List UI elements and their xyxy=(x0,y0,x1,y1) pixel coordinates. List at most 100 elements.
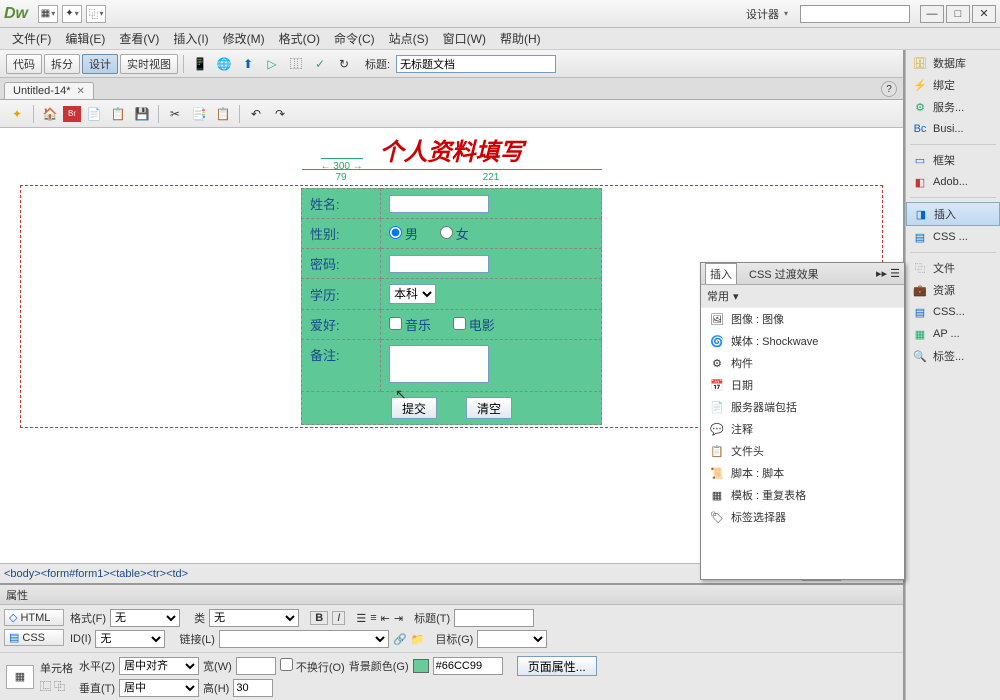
remark-textarea[interactable] xyxy=(389,345,489,383)
menu-file[interactable]: 文件(F) xyxy=(6,28,57,49)
redo-icon[interactable]: ↷ xyxy=(269,104,291,124)
page-props-button[interactable]: 页面属性... xyxy=(517,656,597,676)
insert-item[interactable]: 📄服务器端包括 xyxy=(701,396,904,418)
search-input[interactable] xyxy=(800,5,910,23)
sidebar-item[interactable]: ▭框架 xyxy=(906,149,1000,171)
reset-button[interactable]: 清空 xyxy=(466,397,512,419)
menu-edit[interactable]: 编辑(E) xyxy=(59,28,111,49)
id-select[interactable]: 无 xyxy=(95,630,165,648)
sidebar-item[interactable]: ⚡绑定 xyxy=(906,74,1000,96)
page-icon[interactable]: 📄 xyxy=(83,104,105,124)
halign-select[interactable]: 居中对齐 xyxy=(119,657,199,675)
education-select[interactable]: 本科 xyxy=(389,284,436,304)
tool-icon[interactable]: ✦▾ xyxy=(62,5,82,23)
sidebar-item[interactable]: ◧Adob... xyxy=(906,171,1000,193)
tag-table[interactable]: <table> xyxy=(110,568,147,580)
refresh-icon[interactable]: ↻ xyxy=(333,54,355,74)
category-dropdown[interactable]: 常用 ▾ xyxy=(701,285,904,308)
close-icon[interactable]: ✕ xyxy=(76,86,84,97)
home-icon[interactable]: 🏠 xyxy=(39,104,61,124)
insert-item[interactable]: 🏷标签选择器 xyxy=(701,506,904,528)
insert-item[interactable]: 🖼图像 : 图像 xyxy=(701,308,904,330)
gender-male-radio[interactable] xyxy=(389,226,402,239)
merge-icon[interactable]: ⿺ ⿻ xyxy=(40,678,73,694)
nowrap-checkbox[interactable] xyxy=(280,658,293,671)
menu-format[interactable]: 格式(O) xyxy=(273,28,326,49)
bgcolor-swatch[interactable] xyxy=(413,659,429,673)
tree-icon[interactable]: ⿻▾ xyxy=(86,5,106,23)
copy-icon[interactable]: 📋 xyxy=(107,104,129,124)
indent-icon[interactable]: ⇥ xyxy=(394,612,403,625)
folder-icon[interactable]: 📁 xyxy=(411,633,425,646)
gender-female-radio[interactable] xyxy=(440,226,453,239)
hobby-music-checkbox[interactable] xyxy=(389,317,402,330)
new-icon[interactable]: ✦ xyxy=(6,104,28,124)
insert-item[interactable]: 📜脚本 : 脚本 xyxy=(701,462,904,484)
cell-icon[interactable]: ▦ xyxy=(6,665,34,689)
minimize-button[interactable]: — xyxy=(920,5,944,23)
tag-tr[interactable]: <tr> xyxy=(147,568,167,580)
menu-insert[interactable]: 插入(I) xyxy=(167,28,214,49)
bgcolor-input[interactable] xyxy=(433,657,503,675)
italic-button[interactable]: I xyxy=(332,611,345,625)
sidebar-item[interactable]: ▦AP ... xyxy=(906,323,1000,345)
options-icon[interactable]: ⿲ xyxy=(285,54,307,74)
insert-tab[interactable]: 插入 xyxy=(705,263,737,284)
design-view-button[interactable]: 设计 xyxy=(82,54,118,74)
password-input[interactable] xyxy=(389,255,489,273)
code-view-button[interactable]: 代码 xyxy=(6,54,42,74)
insert-item[interactable]: ⚙构件 xyxy=(701,352,904,374)
menu-modify[interactable]: 修改(M) xyxy=(217,28,271,49)
name-input[interactable] xyxy=(389,195,489,213)
sidebar-item[interactable]: 🗄数据库 xyxy=(906,52,1000,74)
menu-window[interactable]: 窗口(W) xyxy=(437,28,492,49)
target-select[interactable] xyxy=(477,630,547,648)
menu-view[interactable]: 查看(V) xyxy=(113,28,165,49)
globe-icon[interactable]: 🌐 xyxy=(213,54,235,74)
css-tab[interactable]: ▤CSS xyxy=(4,629,64,646)
sidebar-item[interactable]: BcBusi... xyxy=(906,118,1000,140)
outdent-icon[interactable]: ⇤ xyxy=(381,612,390,625)
browse-icon[interactable]: 📱 xyxy=(189,54,211,74)
live-view-button[interactable]: 实时视图 xyxy=(120,54,178,74)
help-icon[interactable]: ? xyxy=(881,81,897,97)
play-icon[interactable]: ▷ xyxy=(261,54,283,74)
insert-item[interactable]: ▦模板 : 重复表格 xyxy=(701,484,904,506)
insert-item[interactable]: 💬注释 xyxy=(701,418,904,440)
undo-icon[interactable]: ↶ xyxy=(245,104,267,124)
split-view-button[interactable]: 拆分 xyxy=(44,54,80,74)
format-select[interactable]: 无 xyxy=(110,609,180,627)
list-ol-icon[interactable]: ≡ xyxy=(370,612,376,624)
menu-help[interactable]: 帮助(H) xyxy=(494,28,547,49)
height-input[interactable] xyxy=(233,679,273,697)
sidebar-item[interactable]: ▤CSS... xyxy=(906,301,1000,323)
paste-icon[interactable]: 📋 xyxy=(212,104,234,124)
sidebar-item[interactable]: 🔍标签... xyxy=(906,345,1000,367)
panel-menu-icon[interactable]: ▸▸ ☰ xyxy=(876,267,900,280)
title-input[interactable] xyxy=(396,55,556,73)
link-select[interactable] xyxy=(219,630,389,648)
css-transition-tab[interactable]: CSS 过渡效果 xyxy=(745,264,823,284)
insert-item[interactable]: 📅日期 xyxy=(701,374,904,396)
tag-body[interactable]: <body> xyxy=(4,568,41,580)
sidebar-item[interactable]: ⚙服务... xyxy=(906,96,1000,118)
menu-command[interactable]: 命令(C) xyxy=(328,28,381,49)
list-ul-icon[interactable]: ☰ xyxy=(356,612,366,625)
width-input[interactable] xyxy=(236,657,276,675)
valign-select[interactable]: 居中 xyxy=(119,679,199,697)
insert-item[interactable]: 📋文件头 xyxy=(701,440,904,462)
save-icon[interactable]: 💾 xyxy=(131,104,153,124)
bold-button[interactable]: B xyxy=(310,611,328,625)
title-prop-input[interactable] xyxy=(454,609,534,627)
sidebar-item[interactable]: ◨插入 xyxy=(906,202,1000,226)
sidebar-item[interactable]: 💼资源 xyxy=(906,279,1000,301)
insert-item[interactable]: 🌀媒体 : Shockwave xyxy=(701,330,904,352)
class-select[interactable]: 无 xyxy=(209,609,299,627)
tag-td[interactable]: <td> xyxy=(166,568,188,580)
html-tab[interactable]: ◇HTML xyxy=(4,609,64,626)
submit-button[interactable]: 提交 xyxy=(391,397,437,419)
up-icon[interactable]: ⬆ xyxy=(237,54,259,74)
link-chain-icon[interactable]: 🔗 xyxy=(393,633,407,646)
cut-icon[interactable]: ✂ xyxy=(164,104,186,124)
document-tab[interactable]: Untitled-14* ✕ xyxy=(4,82,94,99)
